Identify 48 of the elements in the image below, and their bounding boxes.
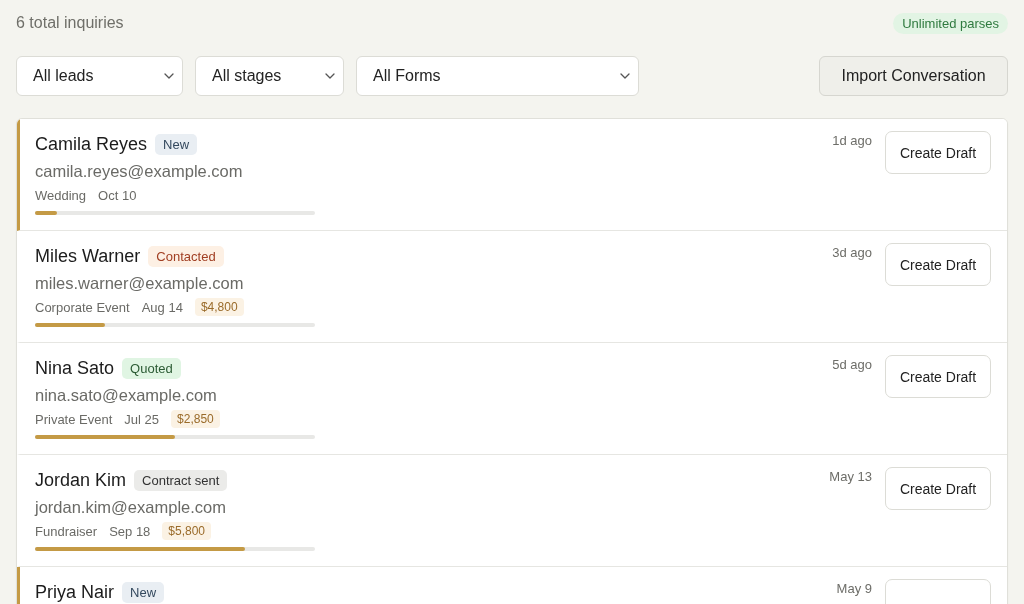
amount-tag: $4,800 [194, 298, 244, 316]
stage-badge: Contract sent [134, 469, 228, 491]
event-date: Sep 18 [109, 523, 151, 539]
event-type: Corporate Event [35, 299, 130, 315]
inquiry-row[interactable]: Camila Reyes New camila.reyes@example.com Wedding Oct 10 1d ago Create Draft [17, 119, 1007, 231]
stage-badge: New [122, 581, 165, 603]
inquiry-row[interactable]: Priya Nair New May 9 [17, 567, 1007, 604]
contact-name: Jordan Kim [35, 469, 127, 491]
received-time: May 9 [836, 581, 872, 596]
contact-email: nina.sato@example.com [35, 385, 217, 406]
event-type: Fundraiser [35, 523, 98, 539]
contact-email: miles.warner@example.com [35, 273, 244, 294]
import-conversation-button[interactable]: Import Conversation [819, 56, 1008, 96]
received-time: 1d ago [832, 133, 872, 148]
plan-badge: Unlimited parses [893, 12, 1008, 34]
inquiry-row[interactable]: Nina Sato Quoted nina.sato@example.com Private Event Jul 25 $2,850 5d ago Create Draft [17, 343, 1007, 455]
create-draft-button[interactable]: Create Draft [885, 355, 991, 398]
filter-dropdown[interactable]: All leads [16, 56, 183, 96]
filter-dropdown[interactable]: All Forms [356, 56, 639, 96]
inquiry-count: 6 total inquiries [16, 14, 124, 32]
event-date: Aug 14 [141, 299, 183, 315]
received-time: 5d ago [832, 357, 872, 372]
create-draft-button[interactable]: Create Draft [885, 467, 991, 510]
amount-tag: $5,800 [162, 522, 212, 540]
event-date: Jul 25 [124, 411, 160, 427]
amount-tag: $2,850 [171, 410, 220, 428]
contact-name: Nina Sato [35, 357, 115, 379]
contact-name: Miles Warner [35, 245, 141, 267]
chevron-down-icon [164, 73, 174, 79]
received-time: May 13 [829, 469, 872, 484]
chevron-down-icon [325, 73, 335, 79]
received-time: 3d ago [832, 245, 872, 260]
stage-badge: Contacted [148, 245, 224, 267]
event-date: Oct 10 [98, 187, 137, 203]
event-type: Wedding [35, 187, 87, 203]
inquiry-row[interactable]: Miles Warner Contacted miles.warner@example.com Corporate Event Aug 14 $4,800 3d ago Create Draft [17, 231, 1007, 343]
chevron-down-icon [620, 73, 630, 79]
stage-badge: New [155, 133, 198, 155]
contact-email: camila.reyes@example.com [35, 161, 243, 182]
contact-email: jordan.kim@example.com [35, 497, 226, 518]
stage-badge: Quoted [122, 357, 181, 379]
inquiry-row[interactable]: Jordan Kim Contract sent jordan.kim@example.com Fundraiser Sep 18 $5,800 May 13 Create Draft [17, 455, 1007, 567]
create-draft-button[interactable]: Create Draft [885, 131, 991, 174]
contact-name: Priya Nair [35, 581, 114, 603]
event-type: Private Event [35, 411, 113, 427]
create-draft-button[interactable]: Create Draft [885, 243, 991, 286]
contact-name: Camila Reyes [35, 133, 148, 155]
filter-dropdown[interactable]: All stages [195, 56, 344, 96]
